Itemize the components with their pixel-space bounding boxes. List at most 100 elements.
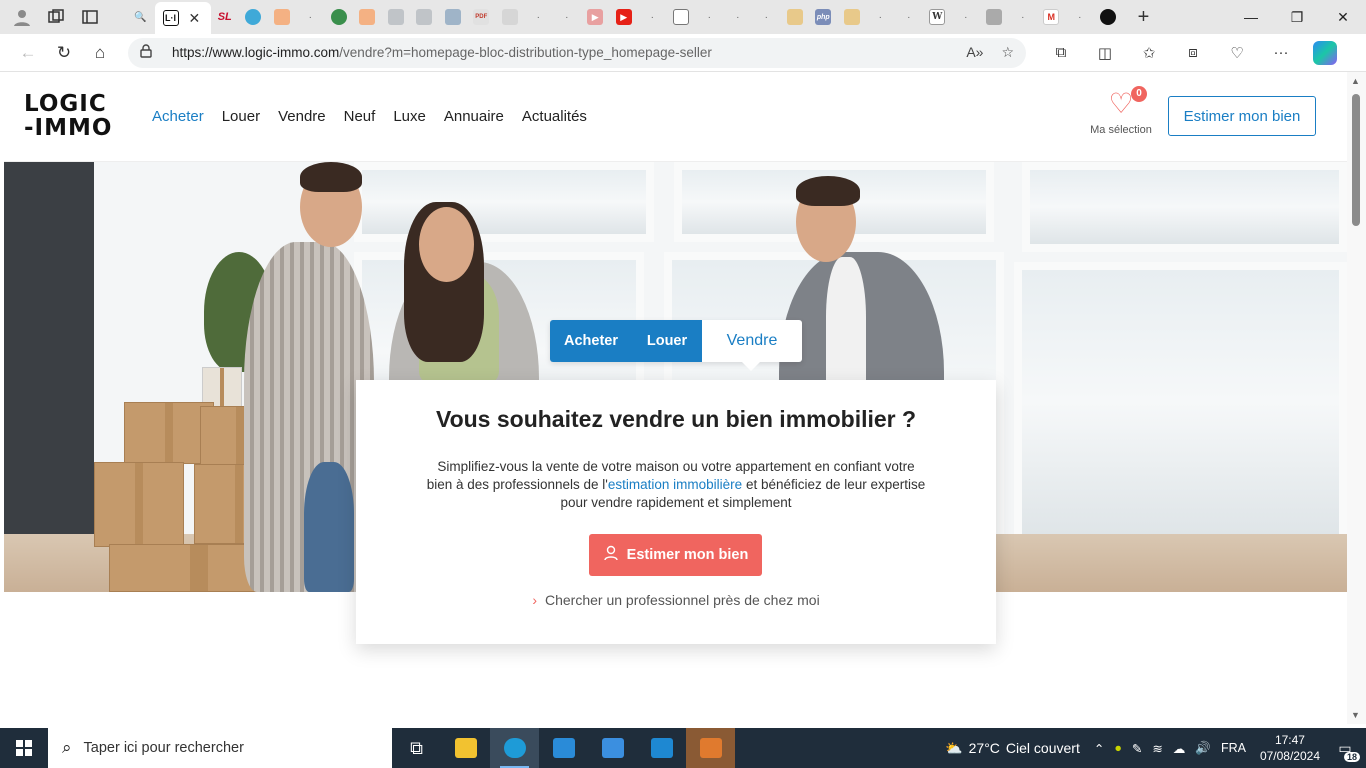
edge-app-icon[interactable]: [490, 728, 539, 768]
tab-calendar[interactable]: [496, 3, 525, 31]
clock[interactable]: 17:47 07/08/2024: [1260, 732, 1320, 764]
tray-app-icon[interactable]: ●: [1114, 741, 1122, 755]
chevron-up-icon[interactable]: ⌃: [1094, 741, 1104, 756]
pinned-app-icon[interactable]: [686, 728, 735, 768]
home-button[interactable]: ⌂: [82, 38, 118, 68]
scroll-thumb[interactable]: [1352, 94, 1360, 226]
tab-search[interactable]: 🔍: [126, 3, 155, 31]
tab-search-11[interactable]: ·: [952, 3, 981, 31]
estimation-link[interactable]: estimation immobilière: [608, 477, 742, 492]
tab-search-2[interactable]: ·: [296, 3, 325, 31]
workspaces-icon[interactable]: [42, 3, 70, 31]
favorite-star-icon[interactable]: ☆: [1001, 44, 1014, 61]
tab-pma[interactable]: [781, 3, 810, 31]
taskbar-search[interactable]: ⌕ Taper ici pour rechercher: [48, 728, 392, 768]
tab-lock[interactable]: [980, 3, 1009, 31]
onedrive-icon[interactable]: ☁: [1173, 741, 1186, 756]
nav-louer[interactable]: Louer: [222, 108, 260, 125]
tab-pdf[interactable]: PDF: [467, 3, 496, 31]
close-window-button[interactable]: ✕: [1320, 0, 1366, 34]
refresh-button[interactable]: ↻: [46, 38, 82, 68]
nav-neuf[interactable]: Neuf: [344, 108, 376, 125]
nav-actualites[interactable]: Actualités: [522, 108, 587, 125]
tab-louer[interactable]: Louer: [632, 320, 702, 362]
extensions-icon[interactable]: ⧉: [1044, 38, 1078, 68]
close-tab-icon[interactable]: ✕: [189, 10, 201, 27]
wifi-icon[interactable]: ≋: [1152, 741, 1162, 756]
tab-wikipedia[interactable]: W: [923, 3, 952, 31]
start-button[interactable]: [0, 728, 48, 768]
nav-acheter[interactable]: Acheter: [152, 108, 204, 125]
task-view-icon[interactable]: ⧉: [392, 728, 441, 768]
php-favicon: php: [815, 9, 832, 25]
find-professional-link[interactable]: › Chercher un professionnel près de chez …: [356, 592, 996, 608]
store-icon[interactable]: [539, 728, 588, 768]
tab-logic-immo-active[interactable]: L·I ✕: [154, 2, 211, 34]
my-selection[interactable]: ♡ 0 Ma sélection: [1086, 86, 1156, 136]
address-field[interactable]: https://www.logic-immo.com/vendre?m=home…: [128, 37, 1026, 68]
more-menu-icon[interactable]: ···: [1264, 38, 1298, 68]
tab-vendre[interactable]: Vendre: [702, 320, 802, 371]
windows-logo-icon: [16, 740, 32, 756]
back-button[interactable]: ←: [10, 38, 46, 68]
favorites-icon[interactable]: ✩: [1132, 38, 1166, 68]
nav-luxe[interactable]: Luxe: [393, 108, 426, 125]
tab-search-3[interactable]: ·: [524, 3, 553, 31]
nav-vendre[interactable]: Vendre: [278, 108, 326, 125]
tab-monitor[interactable]: [439, 3, 468, 31]
tab-list: 🔍 L·I ✕ SL · PDF · · ▶ ▶ · · · · php · ·…: [126, 0, 1159, 34]
collections-icon[interactable]: ⧈: [1176, 38, 1210, 68]
tab-search-8[interactable]: ·: [752, 3, 781, 31]
tab-search-13[interactable]: ·: [1066, 3, 1095, 31]
split-screen-icon[interactable]: ◫: [1088, 38, 1122, 68]
tab-search-7[interactable]: ·: [724, 3, 753, 31]
tab-php[interactable]: php: [809, 3, 838, 31]
file-explorer-icon[interactable]: [441, 728, 490, 768]
tab-doc[interactable]: [382, 3, 411, 31]
tab-youtube-2[interactable]: ▶: [610, 3, 639, 31]
browser-essentials-icon[interactable]: ♡: [1220, 38, 1254, 68]
tab-search-4[interactable]: ·: [553, 3, 582, 31]
tab-search-6[interactable]: ·: [695, 3, 724, 31]
pen-icon[interactable]: ✎: [1132, 741, 1142, 756]
tab-file[interactable]: [667, 3, 696, 31]
tab-pma-2[interactable]: [838, 3, 867, 31]
vscode-icon[interactable]: [637, 728, 686, 768]
new-tab-button[interactable]: +: [1129, 2, 1159, 32]
minimize-button[interactable]: —: [1228, 0, 1274, 34]
scroll-down-arrow-icon[interactable]: ▼: [1351, 710, 1360, 720]
tab-search-5[interactable]: ·: [638, 3, 667, 31]
notification-center-icon[interactable]: ▭ 18: [1332, 736, 1360, 762]
scroll-up-arrow-icon[interactable]: ▲: [1351, 76, 1360, 86]
read-aloud-icon[interactable]: A»: [966, 44, 983, 61]
copilot-icon[interactable]: [1308, 38, 1342, 68]
tab-search-10[interactable]: ·: [895, 3, 924, 31]
tab-youtube[interactable]: ▶: [581, 3, 610, 31]
logic-immo-logo[interactable]: LOGIC -IMMO: [24, 92, 112, 140]
restore-button[interactable]: ❐: [1274, 0, 1320, 34]
tab-globe[interactable]: [325, 3, 354, 31]
gmail-favicon: M: [1043, 9, 1060, 25]
estimate-cta-button[interactable]: Estimer mon bien: [589, 534, 762, 576]
tab-orange[interactable]: [268, 3, 297, 31]
nav-annuaire[interactable]: Annuaire: [444, 108, 504, 125]
tab-doc-2[interactable]: [410, 3, 439, 31]
lock-icon[interactable]: [140, 44, 160, 61]
tab-orange-2[interactable]: [353, 3, 382, 31]
mail-icon[interactable]: [588, 728, 637, 768]
tab-gmail[interactable]: M: [1037, 3, 1066, 31]
volume-icon[interactable]: 🔊: [1195, 741, 1211, 756]
tab-search-9[interactable]: ·: [866, 3, 895, 31]
tab-acheter[interactable]: Acheter: [550, 320, 632, 362]
language-indicator[interactable]: FRA: [1221, 741, 1246, 755]
tab-edge[interactable]: [239, 3, 268, 31]
tab-actions-icon[interactable]: [76, 3, 104, 31]
tab-sl[interactable]: SL: [211, 3, 240, 31]
search-icon: ·: [565, 11, 569, 23]
profile-icon[interactable]: [8, 3, 36, 31]
page-scrollbar[interactable]: ▲ ▼: [1347, 72, 1366, 724]
header-estimate-button[interactable]: Estimer mon bien: [1168, 96, 1316, 136]
tab-github[interactable]: [1094, 3, 1123, 31]
weather-widget[interactable]: ⛅ 27°C Ciel couvert: [945, 740, 1080, 757]
tab-search-12[interactable]: ·: [1009, 3, 1038, 31]
